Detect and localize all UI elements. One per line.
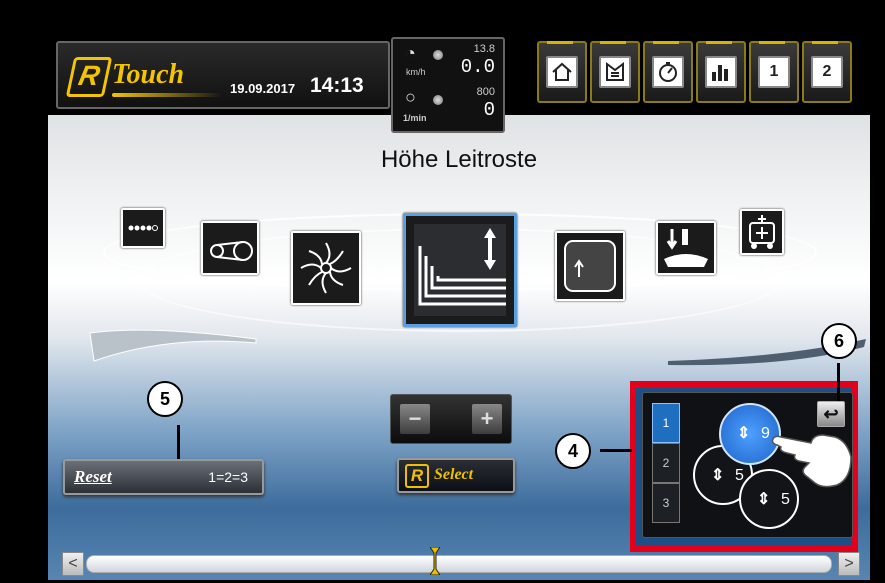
rpm-value: 0: [483, 99, 495, 121]
function-chain[interactable]: [121, 208, 165, 248]
speed-led-icon: [433, 50, 443, 60]
belt-drive-icon: [210, 241, 253, 261]
speed-unit: km/h: [406, 67, 426, 77]
tab-menu[interactable]: [590, 41, 640, 103]
preset-number-3[interactable]: 3: [652, 483, 680, 523]
gauge-panel: ◔ km/h 13.8 0.0 ○ 1/min 800 0: [391, 37, 505, 133]
preset-number-column: 1 2 3: [652, 403, 680, 523]
scroll-track[interactable]: [86, 555, 832, 573]
select-r-badge: R: [405, 464, 429, 488]
function-grate[interactable]: [555, 231, 625, 301]
scroll-thumb[interactable]: [430, 547, 440, 575]
reset-value: 1=2=3: [208, 469, 248, 485]
window-1-icon: 1: [758, 56, 790, 88]
plus-button[interactable]: +: [472, 404, 502, 434]
tab-home[interactable]: [537, 41, 587, 103]
function-concave-height[interactable]: [403, 213, 517, 327]
speed-value: 0.0: [460, 56, 495, 78]
callout-5-line: [177, 425, 180, 459]
updown-icon: ⇕: [711, 467, 725, 484]
preset-number-2[interactable]: 2: [652, 443, 680, 483]
tab-window-1[interactable]: 1: [749, 41, 799, 103]
logo-swoosh: [112, 93, 222, 97]
engine-rpm-icon: ○: [405, 87, 416, 107]
reset-button[interactable]: Reset 1=2=3: [63, 459, 264, 495]
menu-icon: [599, 56, 631, 88]
window-2-icon: 2: [811, 56, 843, 88]
select-label: Select: [434, 466, 474, 483]
scroll-right-button[interactable]: >: [838, 552, 860, 576]
rpm-max: 800: [476, 86, 495, 98]
stopwatch-icon: [652, 56, 684, 88]
tab-stopwatch[interactable]: [643, 41, 693, 103]
pressure-icon: [664, 229, 708, 267]
callout-6: 6: [821, 323, 857, 359]
rpm-led-icon: [433, 95, 443, 105]
home-icon: [546, 56, 578, 88]
rpm-unit: 1/min: [403, 113, 427, 123]
minus-button[interactable]: −: [400, 404, 430, 434]
function-rotor[interactable]: [291, 231, 361, 305]
concave-height-icon: [414, 224, 506, 316]
carousel-scrollbar[interactable]: < >: [62, 547, 860, 576]
speed-max: 13.8: [473, 43, 495, 55]
reset-label: Reset: [74, 467, 112, 486]
speedometer-icon: ◔: [405, 43, 416, 63]
pointing-hand-icon: [771, 434, 852, 488]
function-machine[interactable]: [740, 209, 784, 255]
logo-letter: R: [76, 60, 103, 91]
adjust-panel: − +: [390, 394, 512, 444]
function-pressure[interactable]: [656, 221, 716, 275]
time-display: 14:13: [310, 74, 364, 97]
scroll-left-button[interactable]: <: [62, 552, 84, 576]
updown-icon: ⇕: [737, 425, 751, 442]
tab-statistics[interactable]: [696, 41, 746, 103]
tab-window-2[interactable]: 2: [802, 41, 852, 103]
logo-text: Touch: [112, 59, 185, 90]
page-title: Höhe Leitroste: [380, 146, 538, 173]
back-button[interactable]: ↩: [817, 401, 845, 427]
callout-4: 4: [555, 433, 591, 469]
callout-4-line: [600, 449, 632, 452]
preset-number-1[interactable]: 1: [652, 403, 680, 443]
updown-icon: ⇕: [757, 491, 771, 508]
chain-icon: [128, 225, 158, 231]
logo-r-badge: R: [65, 57, 113, 97]
callout-6-line: [837, 363, 840, 401]
grate-icon: [564, 240, 616, 292]
rotor-icon: [300, 242, 352, 294]
function-belt-drive[interactable]: [201, 221, 259, 275]
callout-5: 5: [147, 381, 183, 417]
status-panel: R Touch 19.09.2017 14:13: [56, 41, 390, 109]
left-scroll-arc: [89, 329, 257, 362]
select-button[interactable]: R Select: [397, 458, 515, 493]
bar-chart-icon: [705, 56, 737, 88]
date-display: 19.09.2017: [230, 81, 296, 96]
machine-icon: [749, 215, 775, 249]
